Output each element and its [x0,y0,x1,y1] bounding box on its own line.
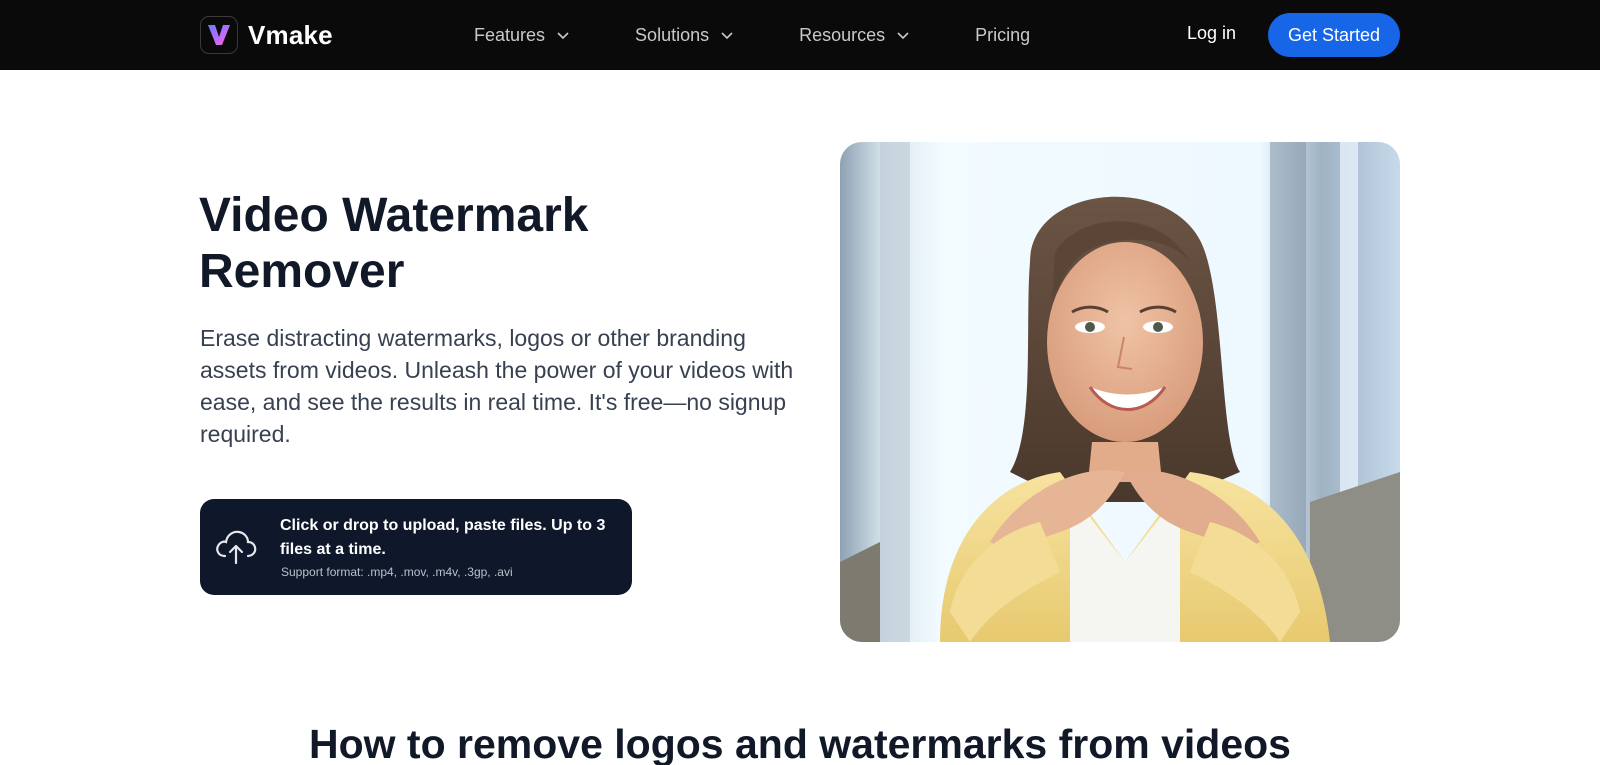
chevron-down-icon [557,32,569,40]
nav-item-label: Solutions [635,24,710,45]
page-title: Video Watermark Remover [199,189,589,298]
nav-item-pricing[interactable]: Pricing [975,25,1030,46]
cloud-upload-icon [216,530,257,565]
get-started-button[interactable]: Get Started [1268,13,1400,57]
nav-item-solutions[interactable]: Solutions [635,25,735,46]
login-link[interactable]: Log in [1187,23,1236,44]
brand-name: Vmake [248,19,333,50]
nav-item-label: Resources [799,24,886,45]
nav-item-label: Pricing [975,24,1031,45]
vmake-logo[interactable]: Vmake [200,16,333,54]
nav-item-features[interactable]: Features [474,25,571,46]
chevron-down-icon [721,32,733,40]
main-menu: Features Solutions Resources Pricing [474,0,1030,70]
hero-image-smiling-woman [840,142,1400,642]
how-to-section-title: How to remove logos and watermarks from … [309,721,1291,765]
upload-instructions: Click or drop to upload, paste files. Up… [280,517,606,558]
vmake-logo-icon [200,16,238,54]
hero-description: Erase distracting watermarks, logos or o… [200,325,794,447]
upload-dropzone[interactable]: Click or drop to upload, paste files. Up… [200,499,632,595]
nav-item-label: Features [474,24,546,45]
supported-formats: Support format: .mp4, .mov, .m4v, .3gp, … [281,565,513,579]
top-navigation-bar: Vmake Features Solutions Resources Prici… [0,0,1600,70]
chevron-down-icon [897,32,909,40]
nav-item-resources[interactable]: Resources [799,25,911,46]
